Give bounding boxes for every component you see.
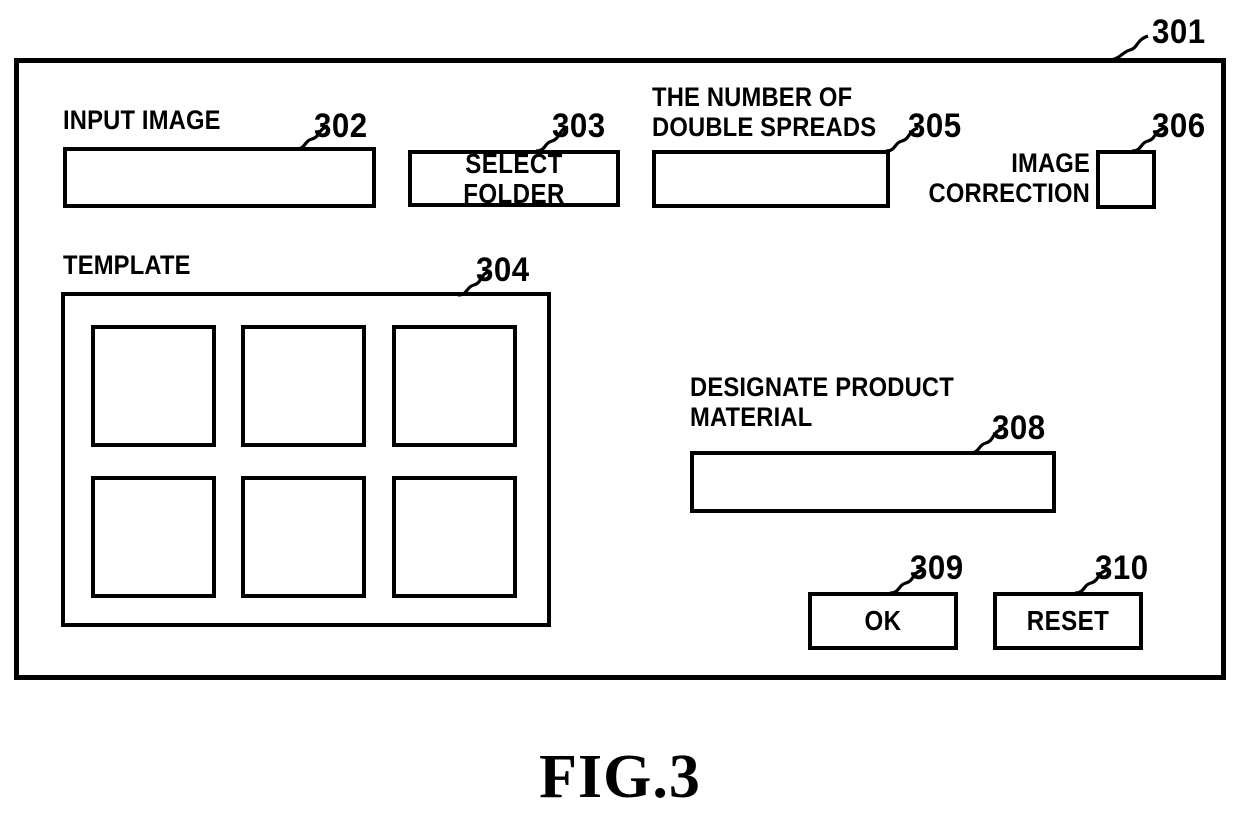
select-folder-button[interactable]: SELECT FOLDER bbox=[408, 147, 620, 209]
callout-305: 305 bbox=[908, 107, 962, 145]
callout-309: 309 bbox=[910, 549, 964, 587]
template-panel bbox=[61, 292, 551, 627]
callout-308: 308 bbox=[992, 409, 1046, 447]
ok-button-label: OK bbox=[864, 605, 902, 636]
callout-301: 301 bbox=[1152, 13, 1206, 51]
figure-page: 301 INPUT IMAGE 302 SELECT FOLDER 303 TH… bbox=[0, 0, 1240, 828]
image-correction-label: IMAGE CORRECTION bbox=[928, 148, 1090, 208]
callout-310: 310 bbox=[1095, 549, 1149, 587]
input-image-field[interactable] bbox=[63, 147, 376, 208]
image-correction-checkbox[interactable] bbox=[1096, 150, 1156, 209]
callout-303: 303 bbox=[552, 107, 606, 145]
double-spreads-label: THE NUMBER OF DOUBLE SPREADS bbox=[652, 82, 877, 142]
reset-button[interactable]: RESET bbox=[993, 592, 1143, 650]
reset-button-label: RESET bbox=[1026, 605, 1110, 636]
template-thumbnail-6[interactable] bbox=[392, 476, 517, 598]
callout-304: 304 bbox=[476, 251, 530, 289]
callout-302: 302 bbox=[314, 107, 368, 145]
ok-button[interactable]: OK bbox=[808, 592, 958, 650]
select-folder-label: SELECT FOLDER bbox=[463, 147, 565, 209]
product-material-label: DESIGNATE PRODUCT MATERIAL bbox=[690, 372, 954, 432]
template-thumbnail-2[interactable] bbox=[241, 325, 366, 447]
product-material-field[interactable] bbox=[690, 451, 1056, 513]
template-thumbnail-1[interactable] bbox=[91, 325, 216, 447]
input-image-label: INPUT IMAGE bbox=[63, 105, 221, 135]
template-thumbnail-5[interactable] bbox=[241, 476, 366, 598]
template-thumbnail-3[interactable] bbox=[392, 325, 517, 447]
template-label: TEMPLATE bbox=[63, 250, 191, 280]
callout-306: 306 bbox=[1152, 107, 1206, 145]
double-spreads-field[interactable] bbox=[652, 150, 890, 208]
template-thumbnail-4[interactable] bbox=[91, 476, 216, 598]
figure-caption: FIG.3 bbox=[539, 743, 701, 811]
